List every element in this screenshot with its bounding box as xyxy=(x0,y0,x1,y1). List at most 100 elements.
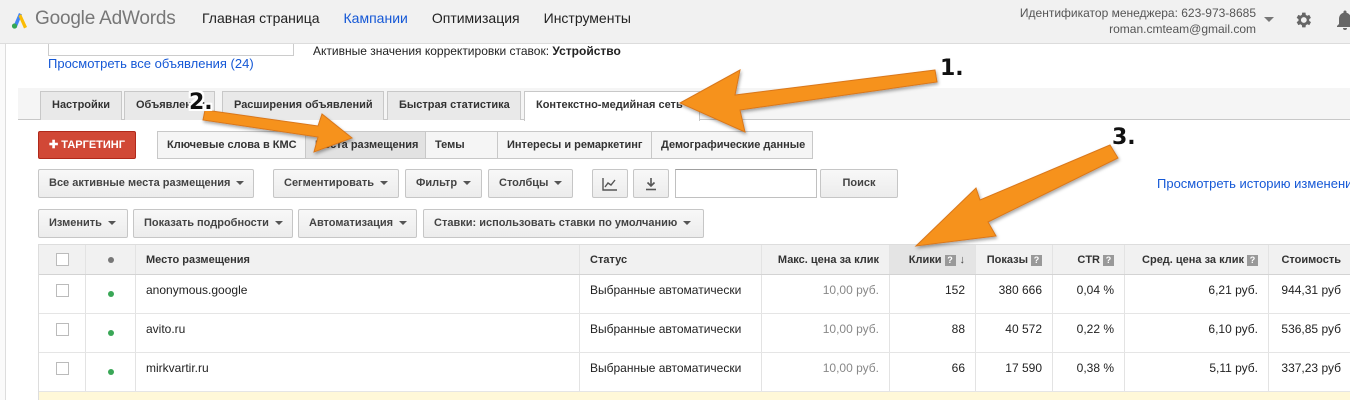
help-icon[interactable]: ? xyxy=(1247,254,1258,266)
help-icon[interactable]: ? xyxy=(944,254,956,266)
gear-icon[interactable] xyxy=(1293,10,1313,30)
row-select-cell[interactable] xyxy=(39,275,86,313)
tab-quick-stats[interactable]: Быстрая статистика xyxy=(387,91,521,120)
edit-label: Изменить xyxy=(49,217,102,229)
table-row: avito.ru Выбранные автоматически 10,00 р… xyxy=(39,314,1350,353)
col-clicks-label: Клики xyxy=(908,254,942,266)
ctr-cell: 0,38 % xyxy=(1053,353,1125,391)
automation-label: Автоматизация xyxy=(309,217,394,229)
subtab-placements[interactable]: Места размещения xyxy=(306,132,426,158)
col-avg-cpc-label: Сред. цена за клик xyxy=(1142,254,1244,266)
table-row: mirkvartir.ru Выбранные автоматически 10… xyxy=(39,353,1350,392)
edit-dropdown[interactable]: Изменить xyxy=(38,209,128,238)
table-footer-row xyxy=(39,392,1350,400)
col-placement[interactable]: Место размещения xyxy=(136,245,580,274)
search-input[interactable] xyxy=(675,169,817,198)
segment-dropdown[interactable]: Сегментировать xyxy=(273,169,399,198)
all-active-placements-label: Все активные места размещения xyxy=(49,177,231,189)
bid-adjust-label: Активные значения корректировки ставок: xyxy=(313,44,550,58)
targeting-button-label: ТАРГЕТИНГ xyxy=(61,139,125,151)
bell-icon[interactable] xyxy=(1336,10,1350,30)
col-cost[interactable]: Стоимость xyxy=(1269,245,1350,274)
plus-icon: ✚ xyxy=(49,139,59,151)
annotation-label-3: 3. xyxy=(1112,125,1136,150)
account-caret-icon[interactable] xyxy=(1264,17,1274,22)
show-details-dropdown[interactable]: Показать подробности xyxy=(133,209,293,238)
tab-settings[interactable]: Настройки xyxy=(40,91,122,120)
columns-dropdown[interactable]: Столбцы xyxy=(488,169,573,198)
cost-cell: 536,85 руб xyxy=(1281,322,1341,336)
nav-campaigns[interactable]: Кампании xyxy=(344,10,408,26)
col-impressions-label: Показы xyxy=(986,254,1028,266)
subtab-topics[interactable]: Темы xyxy=(426,132,498,158)
max-cpc-cell[interactable]: 10,00 руб. xyxy=(762,275,890,313)
select-all-checkbox[interactable] xyxy=(55,252,69,266)
subtab-interests-remarketing[interactable]: Интересы и ремаркетинг xyxy=(498,132,652,158)
col-clicks[interactable]: Клики? ↓ xyxy=(890,245,976,274)
nav-optimization[interactable]: Оптимизация xyxy=(432,10,520,26)
view-all-ads-link[interactable]: Просмотреть все объявления (24) xyxy=(48,56,254,71)
chevron-down-icon xyxy=(683,221,692,226)
bids-label: Ставки: использовать ставки по умолчанию xyxy=(434,217,678,229)
max-cpc-cell[interactable]: 10,00 руб. xyxy=(762,353,890,391)
logo-text: Google AdWords xyxy=(35,8,176,29)
help-icon[interactable]: ? xyxy=(1103,254,1114,266)
change-history-link[interactable]: Просмотреть историю изменени xyxy=(1157,176,1350,191)
row-select-cell[interactable] xyxy=(39,314,86,352)
clicks-cell: 88 xyxy=(890,314,976,352)
automation-dropdown[interactable]: Автоматизация xyxy=(298,209,417,238)
col-ctr-label: CTR xyxy=(1077,254,1100,266)
adwords-logo[interactable]: Google AdWords xyxy=(10,8,176,30)
adwords-logo-icon xyxy=(11,13,27,29)
avg-cpc-cell: 6,10 руб. xyxy=(1125,314,1269,352)
select-all-cell[interactable] xyxy=(39,245,86,274)
row-select-cell[interactable] xyxy=(39,353,86,391)
tab-display-network[interactable]: Контекстно-медийная сеть xyxy=(524,91,700,121)
display-subtabs: Ключевые слова в КМС Места размещения Те… xyxy=(157,131,813,159)
ctr-cell: 0,22 % xyxy=(1053,314,1125,352)
col-status[interactable]: Статус xyxy=(580,245,762,274)
all-active-placements-dropdown[interactable]: Все активные места размещения xyxy=(38,169,254,198)
placement-cell: mirkvartir.ru xyxy=(136,353,580,391)
tab-ad-extensions[interactable]: Расширения объявлений xyxy=(222,91,384,120)
row-checkbox[interactable] xyxy=(55,284,69,298)
status-cell: Выбранные автоматически xyxy=(580,353,762,391)
col-max-cpc[interactable]: Макс. цена за клик xyxy=(762,245,890,274)
col-impressions[interactable]: Показы? xyxy=(976,245,1053,274)
col-ctr[interactable]: CTR? xyxy=(1053,245,1125,274)
avg-cpc-cell: 5,11 руб. xyxy=(1125,353,1269,391)
row-status-dot xyxy=(86,353,136,391)
placement-cell: avito.ru xyxy=(136,314,580,352)
download-button[interactable] xyxy=(633,169,669,198)
max-cpc-cell[interactable]: 10,00 руб. xyxy=(762,314,890,352)
segment-label: Сегментировать xyxy=(284,177,375,189)
targeting-button[interactable]: ✚ ТАРГЕТИНГ xyxy=(38,131,136,159)
search-button[interactable]: Поиск xyxy=(820,169,898,198)
nav-home[interactable]: Главная страница xyxy=(202,10,320,26)
chart-button[interactable] xyxy=(592,169,628,198)
clicks-cell: 66 xyxy=(890,353,976,391)
campaign-tabs: Настройки Объявления Расширения объявлен… xyxy=(18,88,1350,121)
table-header-row: Место размещения Статус Макс. цена за кл… xyxy=(39,244,1350,275)
subtab-demographics[interactable]: Демографические данные xyxy=(652,132,812,158)
row-checkbox[interactable] xyxy=(55,362,69,376)
subtab-display-keywords[interactable]: Ключевые слова в КМС xyxy=(158,132,306,158)
chevron-down-icon xyxy=(236,181,245,186)
row-checkbox[interactable] xyxy=(55,323,69,337)
chevron-down-icon xyxy=(380,181,389,186)
nav-tools[interactable]: Инструменты xyxy=(544,10,631,26)
help-icon[interactable]: ? xyxy=(1031,254,1042,266)
filter-dropdown[interactable]: Фильтр xyxy=(405,169,482,198)
chevron-down-icon xyxy=(554,181,563,186)
account-email: roman.cmteam@gmail.com xyxy=(1109,22,1256,36)
status-dot-icon xyxy=(107,290,114,297)
bids-dropdown[interactable]: Ставки: использовать ставки по умолчанию xyxy=(423,209,704,238)
placement-cell: anonymous.google xyxy=(136,275,580,313)
placements-table: Место размещения Статус Макс. цена за кл… xyxy=(38,244,1350,400)
col-avg-cpc[interactable]: Сред. цена за клик? xyxy=(1125,245,1269,274)
impressions-cell: 380 666 xyxy=(976,275,1053,313)
main-nav: Главная страница Кампании Оптимизация Ин… xyxy=(202,10,631,26)
top-bar: Google AdWords Главная страница Кампании… xyxy=(0,0,1350,44)
account-info[interactable]: Идентификатор менеджера: 623-973-8685 ro… xyxy=(1020,5,1256,37)
status-dot-icon xyxy=(107,368,114,375)
